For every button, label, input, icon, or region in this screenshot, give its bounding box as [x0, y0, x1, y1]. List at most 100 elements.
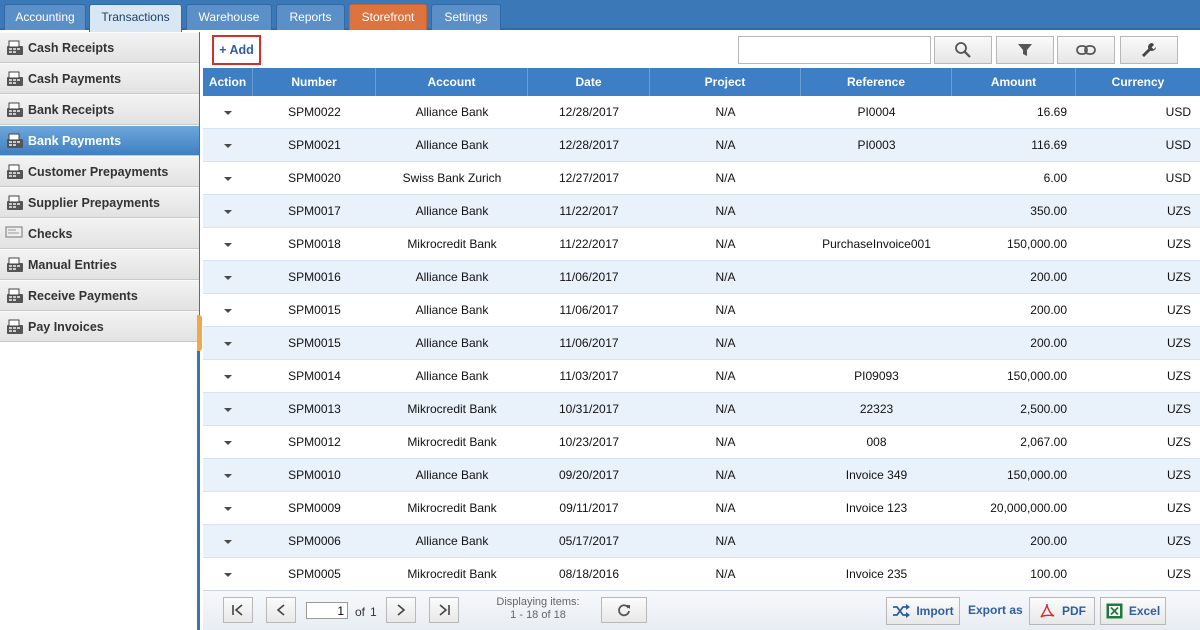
action-cell[interactable]	[203, 327, 253, 360]
table-row[interactable]: SPM0017 Alliance Bank 11/22/2017 N/A 350.00 U…	[203, 195, 1200, 228]
page-of-label: of	[355, 605, 366, 619]
refresh-button[interactable]	[601, 597, 647, 623]
page-number-input[interactable]	[306, 602, 348, 619]
action-cell[interactable]	[203, 294, 253, 327]
row-actions-caret-icon[interactable]	[224, 143, 232, 148]
action-cell[interactable]	[203, 228, 253, 261]
table-row[interactable]: SPM0012 Mikrocredit Bank 10/23/2017 N/A 008 2…	[203, 426, 1200, 459]
link-button[interactable]	[1057, 36, 1115, 64]
action-cell[interactable]	[203, 525, 253, 558]
table-row[interactable]: SPM0013 Mikrocredit Bank 10/31/2017 N/A 2232…	[203, 393, 1200, 426]
table-row[interactable]: SPM0014 Alliance Bank 11/03/2017 N/A PI09093…	[203, 360, 1200, 393]
column-header-project[interactable]: Project	[650, 68, 801, 96]
row-actions-caret-icon[interactable]	[224, 473, 232, 478]
table-row[interactable]: SPM0021 Alliance Bank 12/28/2017 N/A PI0003 1…	[203, 129, 1200, 162]
column-header-account[interactable]: Account	[376, 68, 528, 96]
table-row[interactable]: SPM0015 Alliance Bank 11/06/2017 N/A 200.00 U…	[203, 327, 1200, 360]
sidebar-item-bank-receipts[interactable]: Bank Receipts	[0, 94, 199, 125]
search-input[interactable]	[738, 36, 931, 64]
table-row[interactable]: SPM0010 Alliance Bank 09/20/2017 N/A Invoice…	[203, 459, 1200, 492]
row-actions-caret-icon[interactable]	[224, 341, 232, 346]
filter-button[interactable]	[996, 36, 1054, 64]
tab-warehouse[interactable]: Warehouse	[186, 4, 272, 30]
row-actions-caret-icon[interactable]	[224, 572, 232, 577]
sidebar-item-manual-entries[interactable]: Manual Entries	[0, 249, 199, 280]
settings-button[interactable]	[1120, 36, 1178, 64]
currency-cell: UZS	[1167, 534, 1191, 548]
table-row[interactable]: SPM0005 Mikrocredit Bank 08/18/2016 N/A Invo…	[203, 558, 1200, 591]
project-cell: N/A	[715, 468, 736, 482]
row-actions-caret-icon[interactable]	[224, 209, 232, 214]
column-header-number[interactable]: Number	[253, 68, 376, 96]
project-cell: N/A	[715, 402, 736, 416]
action-cell[interactable]	[203, 261, 253, 294]
table-row[interactable]: SPM0022 Alliance Bank 12/28/2017 N/A PI0004 1…	[203, 96, 1200, 129]
action-cell[interactable]	[203, 195, 253, 228]
action-cell[interactable]	[203, 492, 253, 525]
date-cell: 11/06/2017	[559, 270, 619, 284]
row-actions-caret-icon[interactable]	[224, 176, 232, 181]
row-actions-caret-icon[interactable]	[224, 110, 232, 115]
table-row[interactable]: SPM0018 Mikrocredit Bank 11/22/2017 N/A Purc…	[203, 228, 1200, 261]
action-cell[interactable]	[203, 96, 253, 129]
sidebar: Cash Receipts Cash Payments Bank Receipts B…	[0, 32, 200, 630]
column-header-date[interactable]: Date	[528, 68, 650, 96]
row-actions-caret-icon[interactable]	[224, 308, 232, 313]
sidebar-item-bank-payments[interactable]: Bank Payments	[0, 125, 199, 156]
action-cell[interactable]	[203, 393, 253, 426]
table-row[interactable]: SPM0015 Alliance Bank 11/06/2017 N/A 200.00 U…	[203, 294, 1200, 327]
account-cell: Alliance Bank	[415, 105, 489, 119]
grid-toolbar: + Add	[203, 32, 1200, 68]
sidebar-item-customer-prepayments[interactable]: Customer Prepayments	[0, 156, 199, 187]
shuffle-icon	[893, 604, 911, 618]
action-cell[interactable]	[203, 129, 253, 162]
search-button[interactable]	[934, 36, 992, 64]
tab-storefront[interactable]: Storefront	[349, 4, 427, 30]
action-cell[interactable]	[203, 426, 253, 459]
action-cell[interactable]	[203, 360, 253, 393]
tab-transactions[interactable]: Transactions	[89, 4, 182, 32]
row-actions-caret-icon[interactable]	[224, 275, 232, 280]
import-button[interactable]: Import	[886, 597, 960, 625]
sidebar-item-checks[interactable]: Checks	[0, 218, 199, 249]
reference-cell: PurchaseInvoice001	[822, 237, 931, 251]
row-actions-caret-icon[interactable]	[224, 440, 232, 445]
row-actions-caret-icon[interactable]	[224, 242, 232, 247]
column-header-amount[interactable]: Amount	[952, 68, 1076, 96]
table-row[interactable]: SPM0009 Mikrocredit Bank 09/11/2017 N/A Invo…	[203, 492, 1200, 525]
sidebar-item-pay-invoices[interactable]: Pay Invoices	[0, 311, 199, 342]
export-pdf-button[interactable]: PDF	[1029, 597, 1095, 625]
column-header-reference[interactable]: Reference	[801, 68, 952, 96]
action-cell[interactable]	[203, 459, 253, 492]
sidebar-collapse-handle[interactable]	[197, 315, 202, 351]
column-header-currency[interactable]: Currency	[1076, 68, 1200, 96]
tab-reports[interactable]: Reports	[276, 4, 345, 30]
table-row[interactable]: SPM0006 Alliance Bank 05/17/2017 N/A 200.00 U…	[203, 525, 1200, 558]
tab-settings[interactable]: Settings	[431, 4, 501, 30]
next-page-button[interactable]	[386, 597, 416, 623]
previous-page-button[interactable]	[266, 597, 296, 623]
action-cell[interactable]	[203, 162, 253, 195]
last-page-button[interactable]	[429, 597, 459, 623]
table-row[interactable]: SPM0020 Swiss Bank Zurich 12/27/2017 N/A 6.0…	[203, 162, 1200, 195]
column-header-action[interactable]: Action	[203, 68, 253, 96]
chevron-right-icon	[397, 604, 406, 616]
sidebar-item-receive-payments[interactable]: Receive Payments	[0, 280, 199, 311]
cash-register-icon	[5, 132, 25, 150]
first-page-button[interactable]	[223, 597, 253, 623]
sidebar-item-cash-payments[interactable]: Cash Payments	[0, 63, 199, 94]
action-cell[interactable]	[203, 558, 253, 591]
row-actions-caret-icon[interactable]	[224, 506, 232, 511]
row-actions-caret-icon[interactable]	[224, 374, 232, 379]
sidebar-item-cash-receipts[interactable]: Cash Receipts	[0, 32, 199, 63]
currency-cell: USD	[1165, 105, 1191, 119]
add-button[interactable]: + Add	[212, 35, 261, 65]
export-excel-button[interactable]: Excel	[1100, 597, 1166, 625]
amount-cell: 6.00	[1043, 171, 1067, 185]
project-cell: N/A	[715, 105, 736, 119]
tab-accounting[interactable]: Accounting	[4, 4, 86, 30]
row-actions-caret-icon[interactable]	[224, 407, 232, 412]
sidebar-item-supplier-prepayments[interactable]: Supplier Prepayments	[0, 187, 199, 218]
table-row[interactable]: SPM0016 Alliance Bank 11/06/2017 N/A 200.00 U…	[203, 261, 1200, 294]
row-actions-caret-icon[interactable]	[224, 539, 232, 544]
